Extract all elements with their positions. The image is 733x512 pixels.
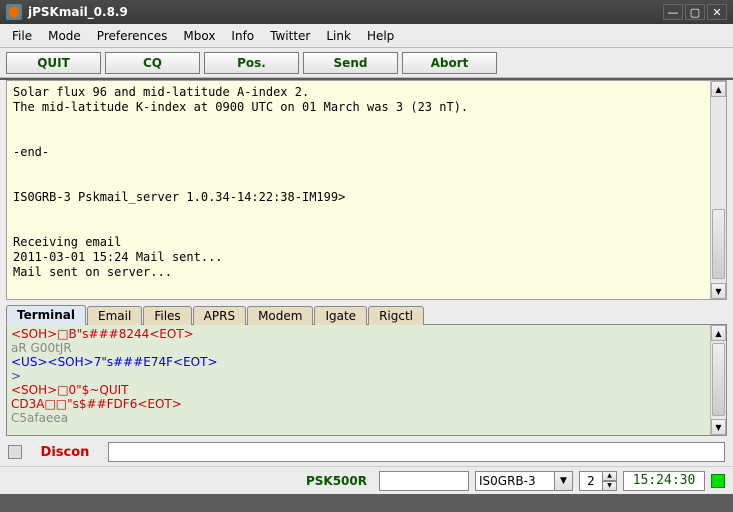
- window-maximize-button[interactable]: ▢: [685, 4, 705, 20]
- mode-label: PSK500R: [300, 474, 373, 488]
- window-close-button[interactable]: ✕: [707, 4, 727, 20]
- toolbar: QUIT CQ Pos. Send Abort: [0, 48, 733, 78]
- menu-twitter[interactable]: Twitter: [262, 27, 318, 45]
- clock: 15:24:30: [623, 471, 705, 491]
- menu-help[interactable]: Help: [359, 27, 402, 45]
- scroll-track[interactable]: [711, 341, 726, 419]
- scroll-down-icon[interactable]: ▼: [711, 419, 726, 435]
- spinner-input[interactable]: [579, 471, 603, 491]
- terminal-line: >: [11, 369, 706, 383]
- log-panel: Solar flux 96 and mid-latitude A-index 2…: [6, 80, 727, 300]
- terminal-line: C5afaeea: [11, 411, 706, 425]
- quit-button[interactable]: QUIT: [6, 52, 101, 74]
- scroll-track[interactable]: [711, 97, 726, 283]
- pos-button[interactable]: Pos.: [204, 52, 299, 74]
- spinner-up-icon[interactable]: ▲: [603, 471, 617, 481]
- chevron-down-icon[interactable]: ▼: [555, 471, 573, 491]
- menu-mbox[interactable]: Mbox: [175, 27, 223, 45]
- terminal-line: <SOH>□0"$~QUIT: [11, 383, 706, 397]
- callsign-combo[interactable]: ▼: [475, 471, 573, 491]
- tabbar: TerminalEmailFilesAPRSModemIgateRigctl: [0, 302, 733, 324]
- log-text[interactable]: Solar flux 96 and mid-latitude A-index 2…: [7, 81, 710, 299]
- menu-preferences[interactable]: Preferences: [89, 27, 176, 45]
- terminal-scrollbar[interactable]: ▲ ▼: [710, 325, 726, 435]
- scroll-thumb[interactable]: [712, 343, 725, 416]
- window-title: jPSKmail_0.8.9: [28, 5, 661, 19]
- terminal-line: CD3A□□"s$##FDF6<EOT>: [11, 397, 706, 411]
- tab-rigctl[interactable]: Rigctl: [368, 306, 424, 325]
- scroll-thumb[interactable]: [712, 209, 725, 280]
- terminal-panel: <SOH>□B"s###8244<EOT>aR G00tJR<US><SOH>7…: [6, 324, 727, 436]
- log-scrollbar[interactable]: ▲ ▼: [710, 81, 726, 299]
- scroll-up-icon[interactable]: ▲: [711, 81, 726, 97]
- tab-aprs[interactable]: APRS: [193, 306, 246, 325]
- tab-terminal[interactable]: Terminal: [6, 305, 86, 325]
- tab-modem[interactable]: Modem: [247, 306, 313, 325]
- status-row: Discon: [0, 438, 733, 466]
- cq-button[interactable]: CQ: [105, 52, 200, 74]
- command-input[interactable]: [108, 442, 725, 462]
- freq-input[interactable]: [379, 471, 469, 491]
- tab-email[interactable]: Email: [87, 306, 142, 325]
- bottom-bar: PSK500R ▼ ▲ ▼ 15:24:30: [0, 466, 733, 494]
- send-button[interactable]: Send: [303, 52, 398, 74]
- terminal-line: <SOH>□B"s###8244<EOT>: [11, 327, 706, 341]
- scroll-up-icon[interactable]: ▲: [711, 325, 726, 341]
- menu-mode[interactable]: Mode: [40, 27, 89, 45]
- status-checkbox[interactable]: [8, 445, 22, 459]
- java-icon: [6, 4, 22, 20]
- spinner[interactable]: ▲ ▼: [579, 471, 617, 491]
- connection-status: Discon: [30, 445, 100, 460]
- titlebar: jPSKmail_0.8.9 — ▢ ✕: [0, 0, 733, 24]
- callsign-input[interactable]: [475, 471, 555, 491]
- abort-button[interactable]: Abort: [402, 52, 497, 74]
- terminal-text[interactable]: <SOH>□B"s###8244<EOT>aR G00tJR<US><SOH>7…: [7, 325, 710, 435]
- main-area: Solar flux 96 and mid-latitude A-index 2…: [0, 80, 733, 494]
- tab-igate[interactable]: Igate: [314, 306, 367, 325]
- tab-files[interactable]: Files: [143, 306, 191, 325]
- menu-link[interactable]: Link: [318, 27, 359, 45]
- menubar: FileModePreferencesMboxInfoTwitterLinkHe…: [0, 24, 733, 48]
- terminal-line: <US><SOH>7"s###E74F<EOT>: [11, 355, 706, 369]
- menu-info[interactable]: Info: [223, 27, 262, 45]
- scroll-down-icon[interactable]: ▼: [711, 283, 726, 299]
- status-indicator: [711, 474, 725, 488]
- menu-file[interactable]: File: [4, 27, 40, 45]
- terminal-line: aR G00tJR: [11, 341, 706, 355]
- spinner-down-icon[interactable]: ▼: [603, 481, 617, 491]
- window-minimize-button[interactable]: —: [663, 4, 683, 20]
